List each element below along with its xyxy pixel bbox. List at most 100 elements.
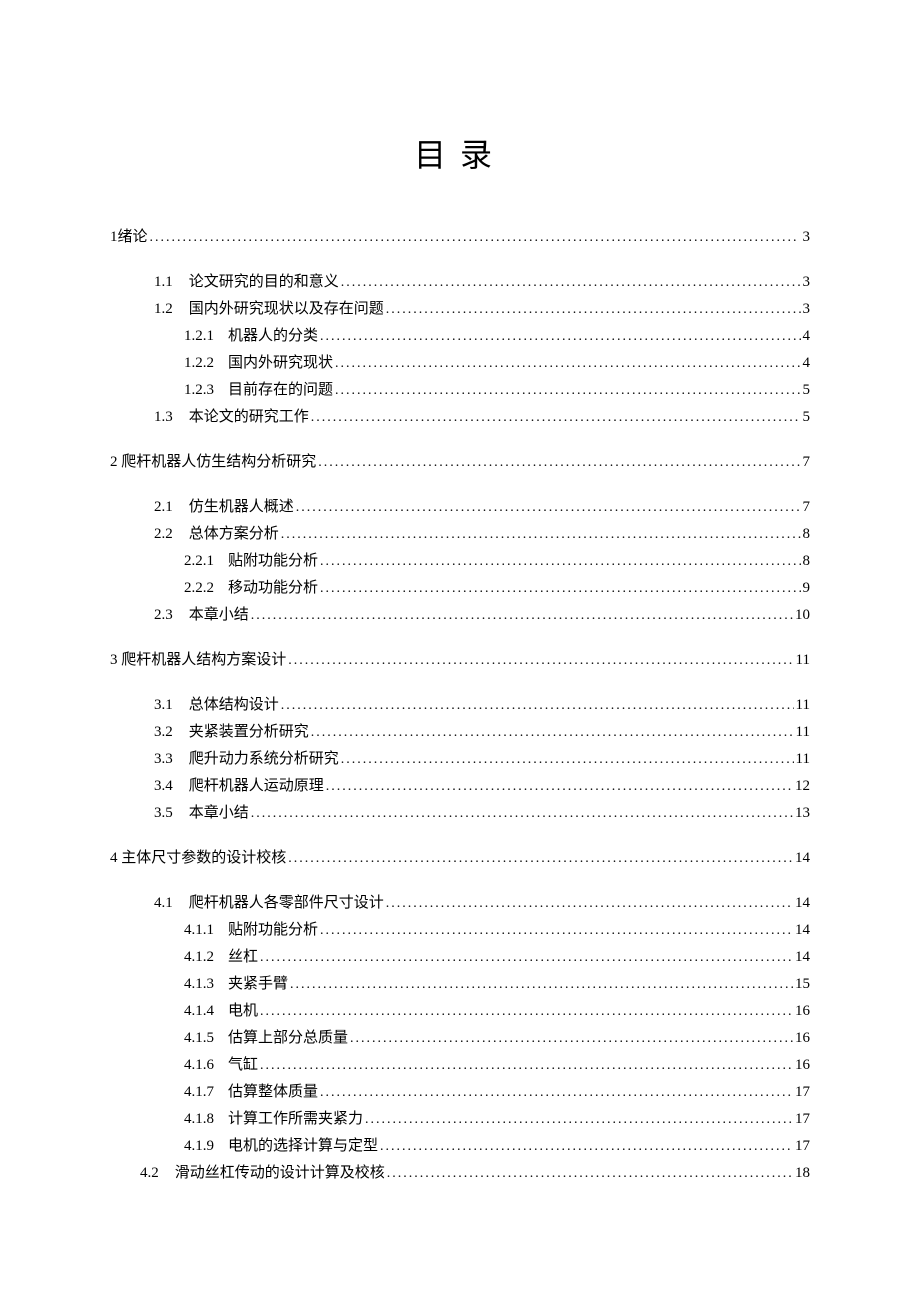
toc-entry-number: 4.1.9 <box>184 1133 214 1160</box>
toc-entry-text: 爬升动力系统分析研究 <box>189 751 339 767</box>
toc-entry: 2.1仿生机器人概述7 <box>154 494 810 521</box>
toc-leader-dots <box>320 917 793 944</box>
toc-entry-number: 1.2.1 <box>184 323 214 350</box>
toc-entry-label: 3.4爬杆机器人运动原理 <box>154 773 324 800</box>
toc-entry-page: 17 <box>795 1106 810 1133</box>
toc-entry: 4.1.7估算整体质量17 <box>184 1079 810 1106</box>
toc-entry-text: 贴附功能分析 <box>228 922 318 938</box>
toc-entry: 4.1.3夹紧手臂15 <box>184 971 810 998</box>
toc-leader-dots <box>320 575 800 602</box>
toc-leader-dots <box>296 494 801 521</box>
toc-entry-text: 国内外研究现状以及存在问题 <box>189 301 384 317</box>
toc-entry: 1.1论文研究的目的和意义3 <box>154 269 810 296</box>
toc-entry: 2 爬杆机器人仿生结构分析研究7 <box>110 449 810 476</box>
toc-entry-page: 11 <box>796 692 810 719</box>
toc-entry-label: 4.1.2丝杠 <box>184 944 258 971</box>
toc-entry-label: 1.1论文研究的目的和意义 <box>154 269 339 296</box>
toc-entry-label: 2.3本章小结 <box>154 602 249 629</box>
toc-entry-text: 论文研究的目的和意义 <box>189 274 339 290</box>
toc-entry: 4.1.8计算工作所需夹紧力 17 <box>184 1106 810 1133</box>
toc-title: 目录 <box>110 130 810 176</box>
toc-entry-number: 3.3 <box>154 746 173 773</box>
toc-entry-page: 14 <box>795 917 810 944</box>
toc-leader-dots <box>387 1160 793 1187</box>
toc-entry-text: 电机 <box>228 1003 258 1019</box>
toc-entry-page: 14 <box>795 890 810 917</box>
toc-entry-page: 14 <box>795 944 810 971</box>
toc-entry-label: 3.3 爬升动力系统分析研究 <box>154 746 339 773</box>
toc-entry-number: 1.3 <box>154 404 173 431</box>
toc-entry-number: 4.1.4 <box>184 998 214 1025</box>
toc-entry-label: 4.1.6气缸 <box>184 1052 258 1079</box>
toc-leader-dots <box>281 692 794 719</box>
toc-entry-text: 爬杆机器人运动原理 <box>189 778 324 794</box>
toc-entry-number: 1.2.3 <box>184 377 214 404</box>
toc-entry-page: 16 <box>795 998 810 1025</box>
toc-leader-dots <box>320 1079 793 1106</box>
toc-entry-page: 14 <box>795 845 810 872</box>
toc-leader-dots <box>260 998 793 1025</box>
toc-entry-label: 4.1.3夹紧手臂 <box>184 971 288 998</box>
toc-entry-page: 3 <box>803 296 811 323</box>
toc-entry-number: 4.1.5 <box>184 1025 214 1052</box>
toc-entry-text: 电机的选择计算与定型 <box>228 1138 378 1154</box>
toc-entry-label: 2.2.2 移动功能分析 <box>184 575 318 602</box>
toc-leader-dots <box>260 1052 793 1079</box>
toc-leader-dots <box>311 404 801 431</box>
toc-entry-page: 16 <box>795 1025 810 1052</box>
toc-entry: 4.1.2丝杠 14 <box>184 944 810 971</box>
toc-leader-dots <box>288 845 793 872</box>
toc-entry-label: 4.2滑动丝杠传动的设计计算及校核 <box>140 1160 385 1187</box>
toc-entry-number: 4.1.7 <box>184 1079 214 1106</box>
toc-leader-dots <box>290 971 793 998</box>
toc-entry: 4.1.9电机的选择计算与定型17 <box>184 1133 810 1160</box>
toc-entry: 2.2.1贴附功能分析8 <box>184 548 810 575</box>
toc-entry-text: 本论文的研究工作 <box>189 409 309 425</box>
toc-entry-page: 8 <box>803 548 811 575</box>
toc-leader-dots <box>320 548 800 575</box>
toc-entry: 4.1.4 电机 16 <box>184 998 810 1025</box>
toc-leader-dots <box>251 602 793 629</box>
toc-entry-text: 本章小结 <box>189 607 249 623</box>
toc-entry-text: 总体方案分析 <box>189 526 279 542</box>
toc-entry-text: 贴附功能分析 <box>228 553 318 569</box>
toc-entry: 4.1爬杆机器人各零部件尺寸设计14 <box>154 890 810 917</box>
toc-entry: 3.2夹紧装置分析研究11 <box>154 719 810 746</box>
toc-leader-dots <box>341 269 801 296</box>
toc-entry: 4.2滑动丝杠传动的设计计算及校核 18 <box>140 1160 810 1187</box>
toc-leader-dots <box>386 296 801 323</box>
toc-entry-label: 3.1总体结构设计 <box>154 692 279 719</box>
toc-entry-page: 18 <box>795 1160 810 1187</box>
toc-leader-dots <box>350 1025 793 1052</box>
toc-entry-number: 2.2.2 <box>184 575 214 602</box>
toc-entry-label: 4.1.8计算工作所需夹紧力 <box>184 1106 363 1133</box>
toc-entry-text: 计算工作所需夹紧力 <box>228 1111 363 1127</box>
toc-entry-page: 11 <box>796 647 810 674</box>
toc-entry-label: 2 爬杆机器人仿生结构分析研究 <box>110 449 316 476</box>
toc-leader-dots <box>341 746 794 773</box>
toc-entry-page: 16 <box>795 1052 810 1079</box>
toc-entry-page: 7 <box>803 494 811 521</box>
toc-entry-text: 国内外研究现状 <box>228 355 333 371</box>
toc-entry: 1绪论3 <box>110 224 810 251</box>
toc-entry-text: 气缸 <box>228 1057 258 1073</box>
toc-entry-page: 11 <box>796 746 810 773</box>
toc-entry-page: 8 <box>803 521 811 548</box>
toc-leader-dots <box>380 1133 793 1160</box>
toc-entry-page: 5 <box>803 404 811 431</box>
toc-entry-text: 移动功能分析 <box>228 580 318 596</box>
toc-entry-page: 5 <box>803 377 811 404</box>
toc-entry-number: 3.1 <box>154 692 173 719</box>
toc-entry-text: 本章小结 <box>189 805 249 821</box>
toc-entry: 3.3 爬升动力系统分析研究 11 <box>154 746 810 773</box>
toc-entry-number: 2.2 <box>154 521 173 548</box>
toc-entry-label: 4.1.5估算上部分总质量 <box>184 1025 348 1052</box>
toc-entry-number: 3.5 <box>154 800 173 827</box>
toc-leader-dots <box>326 773 793 800</box>
toc-entry-number: 4.2 <box>140 1160 159 1187</box>
toc-entry: 2.2.2移动功能分析9 <box>184 575 810 602</box>
toc-leader-dots <box>318 449 800 476</box>
toc-entry-number: 4.1.1 <box>184 917 214 944</box>
toc-entry-label: 3 爬杆机器人结构方案设计 <box>110 647 286 674</box>
toc-entry-label: 1.2.3目前存在的问题 <box>184 377 333 404</box>
